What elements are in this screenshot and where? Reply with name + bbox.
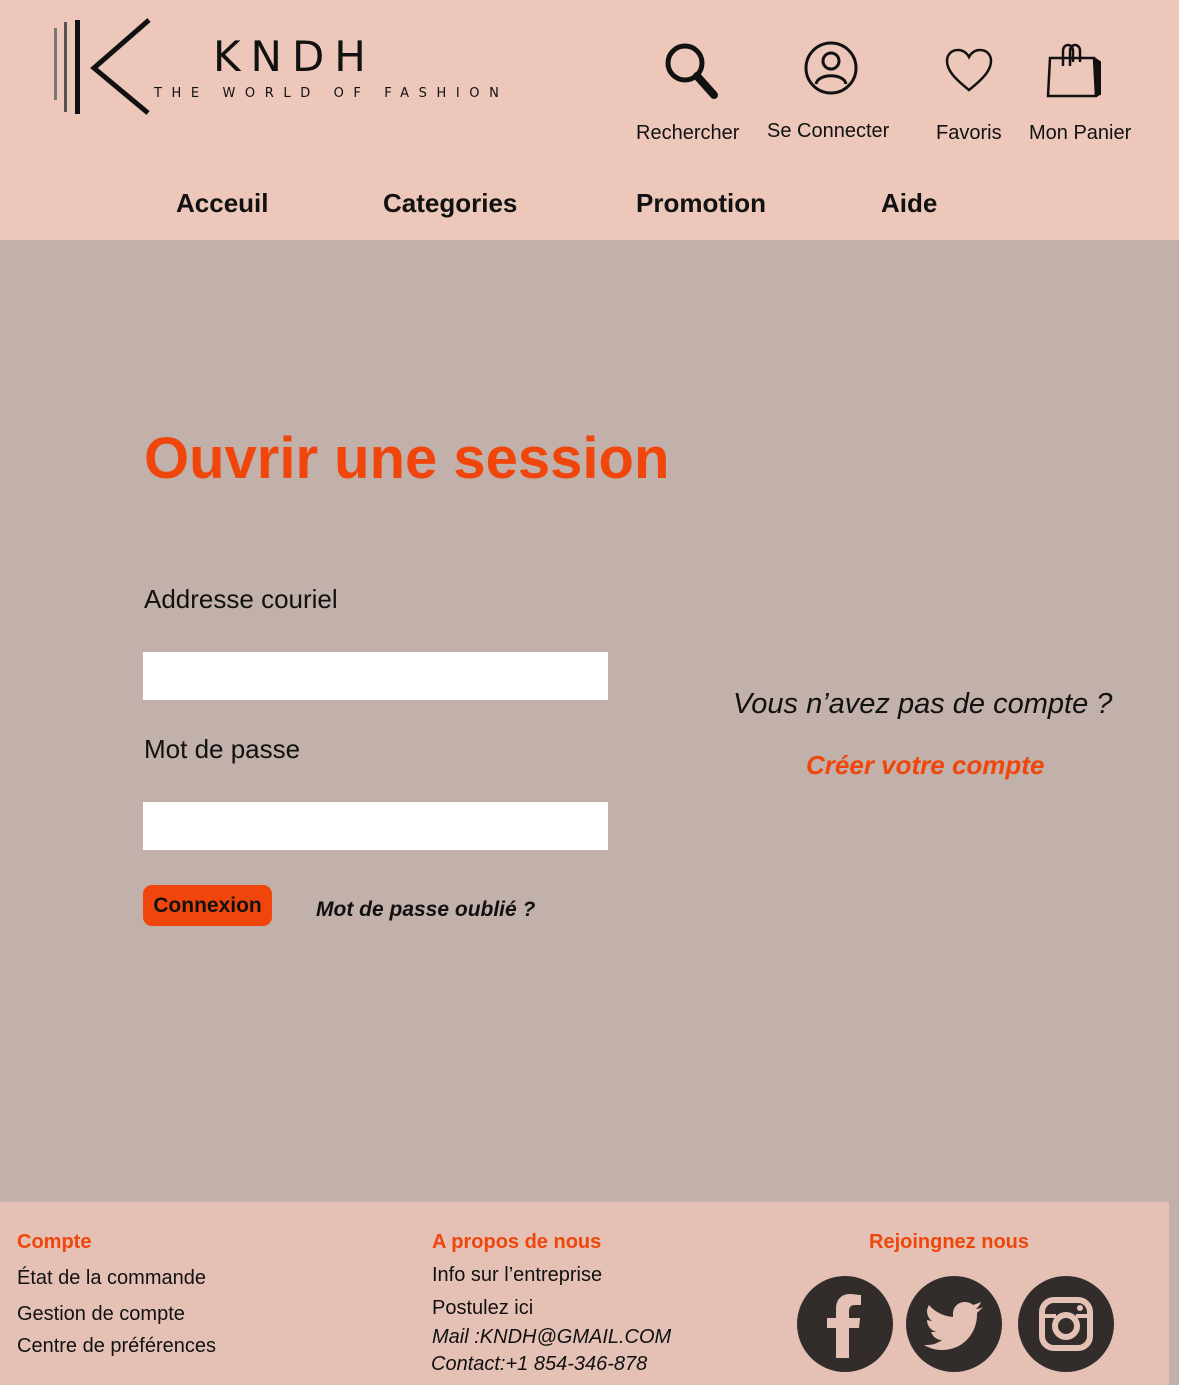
cart-button[interactable]: Mon Panier — [1029, 40, 1137, 150]
nav-promotion[interactable]: Promotion — [636, 188, 766, 219]
footer-link-company-info[interactable]: Info sur l’entreprise — [432, 1264, 602, 1287]
instagram-button[interactable] — [1018, 1276, 1114, 1372]
twitter-icon — [924, 1302, 983, 1350]
password-label: Mot de passe — [144, 734, 301, 764]
login-section — [0, 240, 1179, 1202]
forgot-password-link[interactable]: Mot de passe oublié ? — [316, 898, 535, 922]
password-field[interactable] — [143, 802, 608, 850]
footer-account-heading: Compte — [17, 1231, 92, 1253]
page-title: Ouvrir une session — [144, 426, 670, 491]
login-label: Se Connecter — [767, 120, 890, 142]
nav-categories[interactable]: Categories — [383, 188, 517, 219]
search-button[interactable]: Rechercher — [636, 40, 742, 150]
footer-contact: Contact:+1 854-346-878 — [431, 1353, 648, 1375]
footer-link-apply[interactable]: Postulez ici — [432, 1297, 533, 1320]
login-button[interactable]: Se Connecter — [767, 40, 895, 150]
footer-link-preferences[interactable]: Centre de préférences — [17, 1335, 216, 1358]
shopping-bag-icon — [1046, 43, 1101, 98]
brand-name: KNDH — [213, 32, 376, 81]
email-field[interactable] — [143, 652, 608, 700]
nav-aide[interactable]: Aide — [881, 188, 937, 219]
search-label: Rechercher — [636, 122, 740, 144]
footer-link-order-status[interactable]: État de la commande — [17, 1267, 206, 1290]
create-account-link[interactable]: Créer votre compte — [806, 750, 1044, 781]
facebook-button[interactable] — [797, 1276, 893, 1372]
cart-label: Mon Panier — [1029, 122, 1132, 144]
footer-about-heading: A propos de nous — [432, 1231, 602, 1253]
footer-mail[interactable]: Mail :KNDH@GMAIL.COM — [432, 1326, 671, 1349]
facebook-icon — [827, 1294, 861, 1358]
footer-link-account-management[interactable]: Gestion de compte — [17, 1303, 185, 1326]
user-icon — [804, 41, 858, 95]
footer-social-heading: Rejoingnez nous — [869, 1231, 1029, 1253]
site-header: KNDH THE WORLD OF FASHION Rechercher Se … — [0, 0, 1179, 240]
favorites-label: Favoris — [936, 122, 1002, 144]
instagram-icon — [1039, 1297, 1093, 1351]
no-account-prompt: Vous n’avez pas de compte ? — [733, 688, 1113, 720]
heart-icon — [945, 48, 993, 92]
search-icon — [665, 43, 718, 99]
brand-tagline: THE WORLD OF FASHION — [154, 86, 509, 101]
twitter-button[interactable] — [906, 1276, 1002, 1372]
nav-acceuil[interactable]: Acceuil — [176, 188, 269, 219]
favorites-button[interactable]: Favoris — [936, 40, 1006, 150]
connexion-button[interactable]: Connexion — [143, 885, 272, 926]
email-label: Addresse couriel — [144, 584, 338, 614]
logo-k-icon — [54, 18, 151, 115]
